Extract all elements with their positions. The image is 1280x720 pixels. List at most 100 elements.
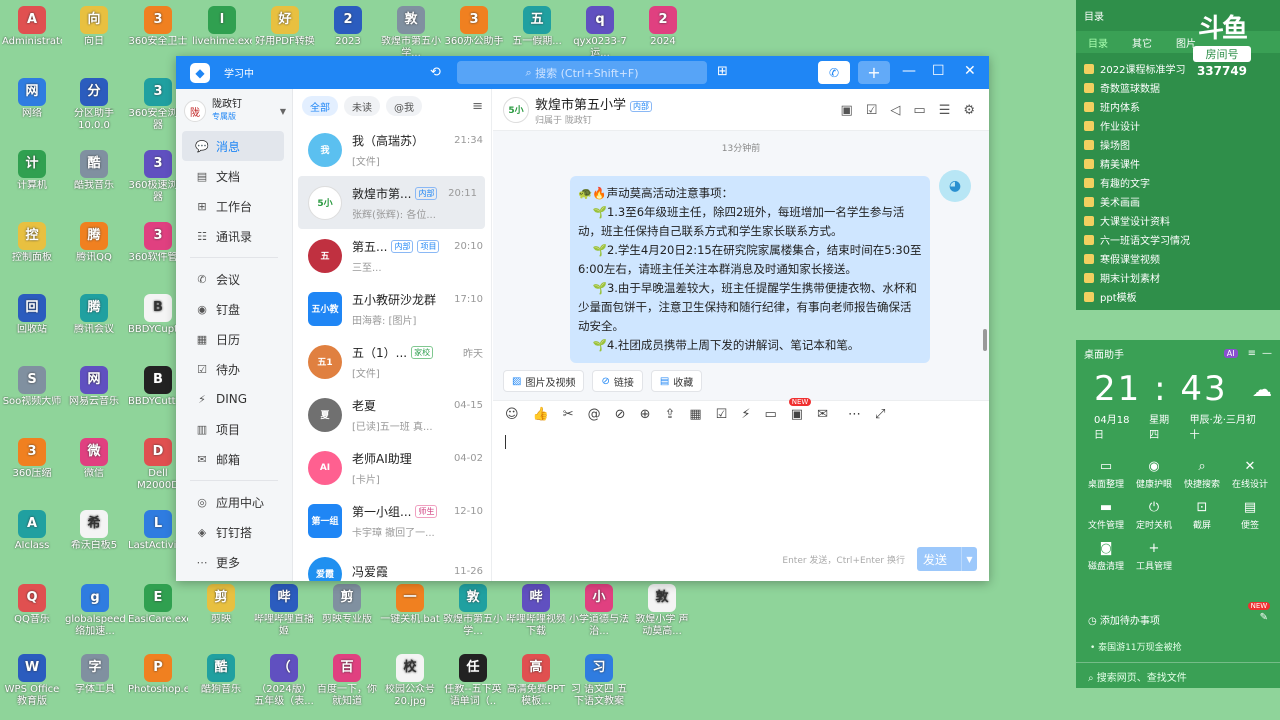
video-icon[interactable]: ▣ (840, 103, 852, 118)
dingtalk-logo-icon[interactable]: ◆ (190, 62, 210, 83)
folder-item[interactable]: 期末计划素材 (1076, 268, 1280, 287)
nav-item-messages[interactable]: 💬 消息 (182, 131, 284, 161)
edit-icon[interactable]: ✎ NEW (1247, 602, 1271, 623)
desktop-icon[interactable]: 敦敦煌小学 声动莫高... (632, 584, 692, 638)
settings-icon[interactable]: ⚙ (963, 103, 975, 118)
news-item[interactable]: • 泰国游11万现金被抢 (1076, 640, 1280, 653)
desktop-icon[interactable]: 网网络 (2, 78, 62, 120)
desktop-icon[interactable]: W WPS Office 教育版 (2, 654, 62, 708)
links-button[interactable]: ⊘ 链接 (592, 370, 643, 392)
conversation-item[interactable]: 第一组 第一小组... 师生 12-10 卡宇璋 撤回了一... (294, 494, 491, 547)
mention-icon[interactable]: @ (588, 407, 601, 422)
desktop-icon[interactable]: 2 2024 (633, 6, 693, 48)
conversation-item[interactable]: 五1 五（1）... 家校 昨天 [文件] (294, 335, 491, 388)
nav-item-dingtalk-builder[interactable]: ◈ 钉钉搭 (182, 517, 284, 547)
more-icon[interactable]: ⋯ (848, 407, 861, 422)
search-input[interactable]: ⌕ 搜索 (Ctrl+Shift+F) (457, 61, 707, 84)
search-history-icon[interactable]: ☰ (939, 103, 951, 118)
conversation-item[interactable]: AI 老师AI助理 04-02 [卡片] (294, 441, 491, 494)
emoji-icon[interactable]: ☺ (505, 407, 519, 422)
folder-item[interactable]: 大课堂设计资料 (1076, 211, 1280, 230)
desktop-icon[interactable]: 3 360办公助手 (444, 6, 504, 48)
desktop-icon[interactable]: 校校园公众号20.jpg (380, 654, 440, 708)
minimize-icon[interactable]: — (1262, 348, 1272, 359)
folder-item[interactable]: 寒假课堂视频 (1076, 249, 1280, 268)
desktop-icon[interactable]: A AIclass (2, 510, 62, 552)
conversation-item[interactable]: 我我（高瑞苏） 21:34 [文件] (294, 123, 491, 176)
desktop-icon[interactable]: Q QQ音乐 (2, 584, 62, 626)
desktop-icon[interactable]: 敦敦煌市第五小学... (381, 6, 441, 60)
task-icon[interactable]: ☑ (716, 407, 728, 422)
maximize-icon[interactable]: ☐ (932, 63, 945, 79)
desktop-icon[interactable]: l livehime.exe (192, 6, 252, 48)
folder-item[interactable]: 作业设计 (1076, 116, 1280, 135)
scissors-icon[interactable]: ✂ (563, 407, 574, 422)
tab-directory[interactable]: 目录 (1076, 35, 1120, 50)
desktop-icon[interactable]: 小小学道德与法治... (569, 584, 629, 638)
desktop-icon[interactable]: 腾腾讯会议 (64, 294, 124, 336)
chat-scrollbar[interactable] (983, 329, 987, 351)
desktop-icon[interactable]: 剪剪映专业版 (317, 584, 377, 626)
mail-icon[interactable]: ✉ (817, 407, 828, 422)
call-button[interactable]: ✆ (818, 61, 850, 84)
tool-sticky-note[interactable]: ▤ 便签 (1226, 500, 1274, 531)
close-icon[interactable]: ✕ (964, 63, 976, 79)
desktop-icon[interactable]: 酷酷我音乐 (64, 150, 124, 192)
apps-grid-icon[interactable]: ⊞ (717, 64, 728, 79)
tool-file-manager[interactable]: ▬ 文件管理 (1082, 500, 1130, 531)
desktop-icon[interactable]: 百百度一下，你就知道 (317, 654, 377, 708)
tool-timed-shutdown[interactable]: ⏻ 定时关机 (1130, 500, 1178, 531)
desktop-icon[interactable]: 一一键关机.bat (380, 584, 440, 626)
desktop-icon[interactable]: 敦敦煌市第五小学... (443, 584, 503, 638)
nav-item-docs[interactable]: ▤ 文档 (182, 161, 284, 191)
folder-icon[interactable]: ▭ (913, 103, 925, 118)
conversation-item[interactable]: 爱霞 冯爱霞 11-26 (294, 547, 491, 581)
send-button[interactable]: 发送 ▼ (917, 547, 977, 571)
desktop-icon[interactable]: 好好用PDF转换 (255, 6, 315, 48)
thumbs-up-icon[interactable]: 👍 (533, 407, 549, 422)
folder-item[interactable]: 班内体系 (1076, 97, 1280, 116)
conversation-item[interactable]: 五第五... 内部 项目 20:10 三至... (294, 229, 491, 282)
desktop-icon[interactable]: 哔哔哩哔哩视频下载 (506, 584, 566, 638)
desktop-icon[interactable]: 2 2023 (318, 6, 378, 48)
minimize-icon[interactable]: — (902, 63, 916, 79)
video-call-icon[interactable]: ▭ (764, 407, 776, 422)
nav-item-app-center[interactable]: ◎ 应用中心 (182, 487, 284, 517)
folder-item[interactable]: 有趣的文字 (1076, 173, 1280, 192)
folder-item[interactable]: 六一班语文学习情况 (1076, 230, 1280, 249)
tool-disk-clean[interactable]: ◙ 磁盘清理 (1082, 541, 1130, 572)
ding-icon[interactable]: ⚡ (741, 407, 750, 422)
desktop-icon[interactable]: 控控制面板 (2, 222, 62, 264)
upload-icon[interactable]: ⇪ (664, 407, 675, 422)
nav-item-meetings[interactable]: ✆ 会议 (182, 264, 284, 294)
desktop-icon[interactable]: 酷酷狗音乐 (191, 654, 251, 696)
desktop-icon[interactable]: 哔哔哩哔哩直播姬 (254, 584, 314, 638)
desktop-icon[interactable]: 网网易云音乐 (64, 366, 124, 408)
slash-command-icon[interactable]: ⊘ (615, 407, 626, 422)
folder-item[interactable]: 美术画画 (1076, 192, 1280, 211)
desktop-icon[interactable]: 高高清免费PPT模板... (506, 654, 566, 708)
folder-item[interactable]: 操场图 (1076, 135, 1280, 154)
tool-screenshot[interactable]: ⊡ 截屏 (1178, 500, 1226, 531)
send-options-icon[interactable]: ▼ (961, 547, 977, 571)
filter-unread[interactable]: 未读 (344, 96, 380, 116)
desktop-icon[interactable]: 3 360安全卫士 (128, 6, 188, 48)
conversation-item[interactable]: 夏老夏 04-15 [已读]五一班 真... (294, 388, 491, 441)
nav-item-more[interactable]: ⋯ 更多 (182, 547, 284, 577)
desktop-icon[interactable]: 习习 语文四 五下语文教案8... (569, 654, 629, 708)
ai-icon[interactable]: AI (1223, 349, 1238, 358)
images-videos-button[interactable]: ▨ 图片及视频 (503, 370, 585, 392)
tool-tool-manager[interactable]: + 工具管理 (1130, 541, 1178, 572)
tool-desktop-organize[interactable]: ▭ 桌面整理 (1082, 459, 1130, 490)
nav-item-projects[interactable]: ▥ 项目 (182, 414, 284, 444)
history-icon[interactable]: ⟲ (430, 65, 441, 80)
menu-icon[interactable]: ≡ (472, 99, 483, 114)
folder-item[interactable]: 精美课件 (1076, 154, 1280, 173)
desktop-icon[interactable]: 希希沃白板5 (64, 510, 124, 552)
desktop-icon[interactable]: gglobalspeed(网络加速... (65, 584, 125, 638)
desktop-icon[interactable]: 微微信 (64, 438, 124, 480)
message-input-area[interactable]: ☺ 👍 ✂ @ ⊘ ⊕ ⇪ ▦ ☑ ⚡ ▭ ▣ NEW ✉ ⋯ ⤢ Enter 发… (493, 398, 989, 581)
add-button[interactable]: + (858, 61, 890, 84)
filter-all[interactable]: 全部 (302, 96, 338, 116)
desktop-icon[interactable]: 计计算机 (2, 150, 62, 192)
